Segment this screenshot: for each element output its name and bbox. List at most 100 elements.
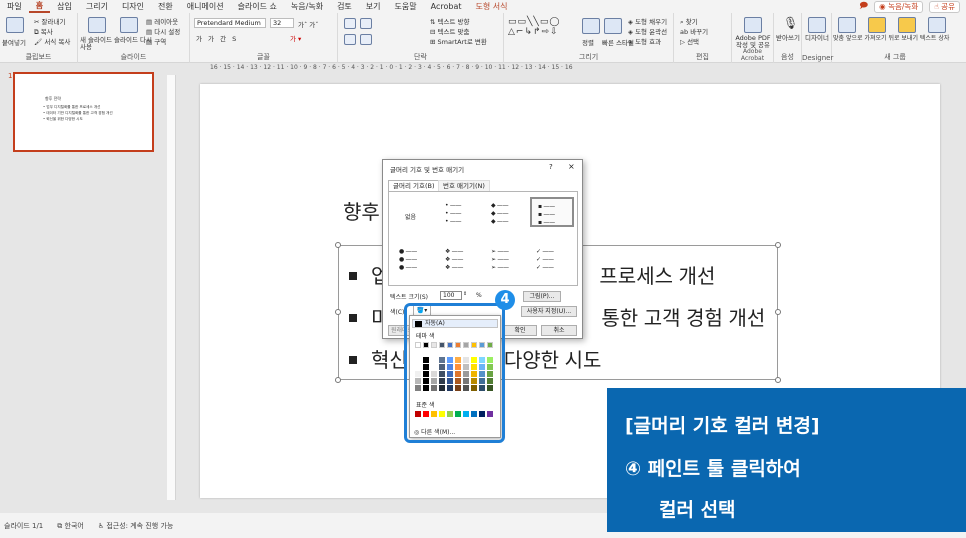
shape-outline-button[interactable]: ◈ 도형 윤곽선 <box>628 26 667 36</box>
select-button[interactable]: ▷ 선택 <box>680 36 699 46</box>
menu-tab-2[interactable]: 삽입 <box>50 1 79 12</box>
new-slide-icon[interactable] <box>88 17 106 33</box>
tab-bullets[interactable]: 글머리 기호(B) <box>388 180 440 191</box>
bullet-large-dot-cell[interactable]: ● —— ● —— ● —— <box>393 244 437 274</box>
shape-fill-button[interactable]: ◈ 도형 채우기 <box>628 16 667 26</box>
designer-button[interactable]: 디자이너 <box>803 35 831 42</box>
font-name-field[interactable]: Pretendard Medium <box>194 18 266 28</box>
arrange-button[interactable]: 정렬 <box>582 37 594 47</box>
align-text-button[interactable]: ⊟ 텍스트 맞춤 <box>430 26 469 36</box>
paragraph-group: ⇅ 텍스트 방향 ⊟ 텍스트 맞춤 ⊞ SmartArt로 변환 단락 <box>338 13 504 63</box>
bullet-square-cell[interactable]: ▪ —— ▪ —— ▪ —— <box>530 197 574 227</box>
fit-icon[interactable] <box>838 17 856 33</box>
picture-button[interactable]: 그림(P)... <box>523 291 561 302</box>
shape-effects-label: 도형 효과 <box>635 38 662 46</box>
dictate-button[interactable]: 받아쓰기 <box>775 35 801 42</box>
close-icon[interactable]: × <box>568 162 575 171</box>
bullet-arrow-cell[interactable]: ➢ —— ➢ —— ➢ —— <box>485 244 529 274</box>
align-left-icon[interactable] <box>344 34 356 45</box>
numbering-icon[interactable] <box>360 18 372 29</box>
font-grow-icon[interactable]: 가ˆ 가ˇ <box>298 19 319 29</box>
shapes-gallery-row2-icon[interactable]: △⌐↳↱⇨⇩ <box>508 27 559 37</box>
share-button[interactable]: ☝ 공유 <box>929 0 960 13</box>
shape-effects-button[interactable]: ◈ 도형 효과 <box>628 36 661 46</box>
replace-button[interactable]: ab 바꾸기 <box>680 26 708 36</box>
menu-tab-5[interactable]: 전환 <box>151 1 180 12</box>
paste-button[interactable]: 붙여넣기 <box>2 37 26 47</box>
resize-handle-br[interactable] <box>775 377 781 383</box>
send-backward-icon[interactable] <box>898 17 916 33</box>
menu-tab-12[interactable]: Acrobat <box>424 2 469 11</box>
bullet-gallery: 없음 • —— • —— • —— ◆ —— ◆ —— ◆ —— ▪ —— ▪ —— ▪ —… <box>388 191 578 286</box>
format-painter-button[interactable]: 🖌 서식 복사 <box>34 36 70 46</box>
ok-button[interactable]: 확인 <box>503 325 537 336</box>
shapes-gallery-icon[interactable]: ▭▭╲╲▭◯ <box>508 17 560 27</box>
resize-handle-tl[interactable] <box>335 242 341 248</box>
font-color-icon[interactable]: 가 ▾ <box>290 33 301 43</box>
clipboard-group: 붙여넣기 ✂ 잘라내기 ⧉ 복사 🖌 서식 복사 클립보드 <box>0 13 78 63</box>
resize-handle-tr[interactable] <box>775 242 781 248</box>
menu-tab-11[interactable]: 도움말 <box>388 1 424 12</box>
smartart-button[interactable]: ⊞ SmartArt로 변환 <box>430 36 487 46</box>
layout-button[interactable]: ▤ 레이아웃 <box>146 16 178 26</box>
menu-tab-1[interactable]: 홈 <box>28 0 51 13</box>
slide-thumbnail[interactable]: 향후 전략 • 업무 디지털화를 통한 프로세스 개선 • 데이터 기반 디지털… <box>13 72 154 152</box>
paste-icon[interactable] <box>6 17 24 33</box>
resize-handle-ml[interactable] <box>335 309 341 315</box>
new-group-buttons[interactable]: 맞춤 앞으로 가져오기 뒤로 보내기 텍스트 상자 <box>833 35 957 42</box>
cut-button[interactable]: ✂ 잘라내기 <box>34 16 65 26</box>
slides-label: 슬라이드 <box>120 53 147 61</box>
quick-styles-icon[interactable] <box>604 18 622 34</box>
accessibility-status[interactable]: ♿ 접근성: 계속 진행 가능 <box>98 521 174 531</box>
language-status[interactable]: ⧉ 한국어 <box>57 521 84 531</box>
comment-icon[interactable]: 🗩 <box>859 0 868 14</box>
text-direction-button[interactable]: ⇅ 텍스트 방향 <box>430 16 469 26</box>
align-center-icon[interactable] <box>360 34 372 45</box>
size-spinner-icon[interactable]: ⇕ <box>463 291 467 297</box>
reset-button[interactable]: ▤ 다시 설정 <box>146 26 180 36</box>
adobe-pdf-button[interactable]: Adobe PDF 작성 및 공유 <box>733 35 773 49</box>
new-slide-button[interactable]: 새 슬라이드 슬라이드 다시 사용 <box>80 37 156 51</box>
bullet-none-cell[interactable]: 없음 <box>393 198 437 228</box>
bullet-check-cell[interactable]: ✓ —— ✓ —— ✓ —— <box>530 244 574 274</box>
menu-tab-8[interactable]: 녹음/녹화 <box>284 1 330 12</box>
reuse-slide-icon[interactable] <box>120 17 138 33</box>
custom-button[interactable]: 사용자 지정(U)... <box>521 306 577 317</box>
menu-tab-10[interactable]: 보기 <box>359 1 388 12</box>
vertical-ruler <box>167 75 176 500</box>
bullet-small-dot-cell[interactable]: • —— • —— • —— <box>439 198 483 228</box>
bullet-1-right: 프로세스 개선 <box>599 266 716 288</box>
section-button[interactable]: ▤ 구역 <box>146 36 166 46</box>
menu-tab-4[interactable]: 디자인 <box>115 1 151 12</box>
microphone-icon[interactable]: 🎙 <box>783 16 798 30</box>
menu-tab-6[interactable]: 애니메이션 <box>180 1 231 12</box>
help-button[interactable]: ? <box>549 163 553 171</box>
arrange-icon[interactable] <box>582 18 600 34</box>
bullets-icon[interactable] <box>344 18 356 29</box>
menu-tab-13[interactable]: 도형 서식 <box>468 1 514 12</box>
size-input[interactable]: 100 <box>440 291 462 300</box>
font-label: 글꼴 <box>257 53 270 61</box>
bring-forward-icon[interactable] <box>868 17 886 33</box>
record-button[interactable]: ◉ 녹음/녹화 <box>874 0 924 13</box>
designer-icon[interactable] <box>808 17 826 33</box>
menu-tab-0[interactable]: 파일 <box>0 1 29 12</box>
bullet-star-cell[interactable]: ❖ —— ❖ —— ❖ —— <box>439 244 483 274</box>
resize-handle-mr[interactable] <box>775 309 781 315</box>
adobe-pdf-icon[interactable] <box>744 17 762 33</box>
font-size-field[interactable]: 32 <box>270 18 294 28</box>
slide-number: 1 <box>8 72 13 80</box>
align-text-label: 텍스트 맞춤 <box>437 28 470 36</box>
resize-handle-bl[interactable] <box>335 377 341 383</box>
editing-group: ⌕ 찾기 ab 바꾸기 ▷ 선택 편집 <box>674 13 732 63</box>
bullet-square-icon <box>349 313 357 322</box>
textbox-icon[interactable] <box>928 17 946 33</box>
menu-tab-9[interactable]: 검토 <box>330 1 359 12</box>
bullet-diamond-cell[interactable]: ◆ —— ◆ —— ◆ —— <box>485 198 529 228</box>
slide-title[interactable]: 향후 <box>343 196 380 225</box>
cancel-button[interactable]: 취소 <box>541 325 577 336</box>
menu-tab-7[interactable]: 슬라이드 쇼 <box>231 1 284 12</box>
tab-numbering[interactable]: 번호 매기기(N) <box>438 180 490 191</box>
menu-tab-3[interactable]: 그리기 <box>79 1 115 12</box>
font-style-buttons[interactable]: 가 가 간 S <box>196 33 238 43</box>
